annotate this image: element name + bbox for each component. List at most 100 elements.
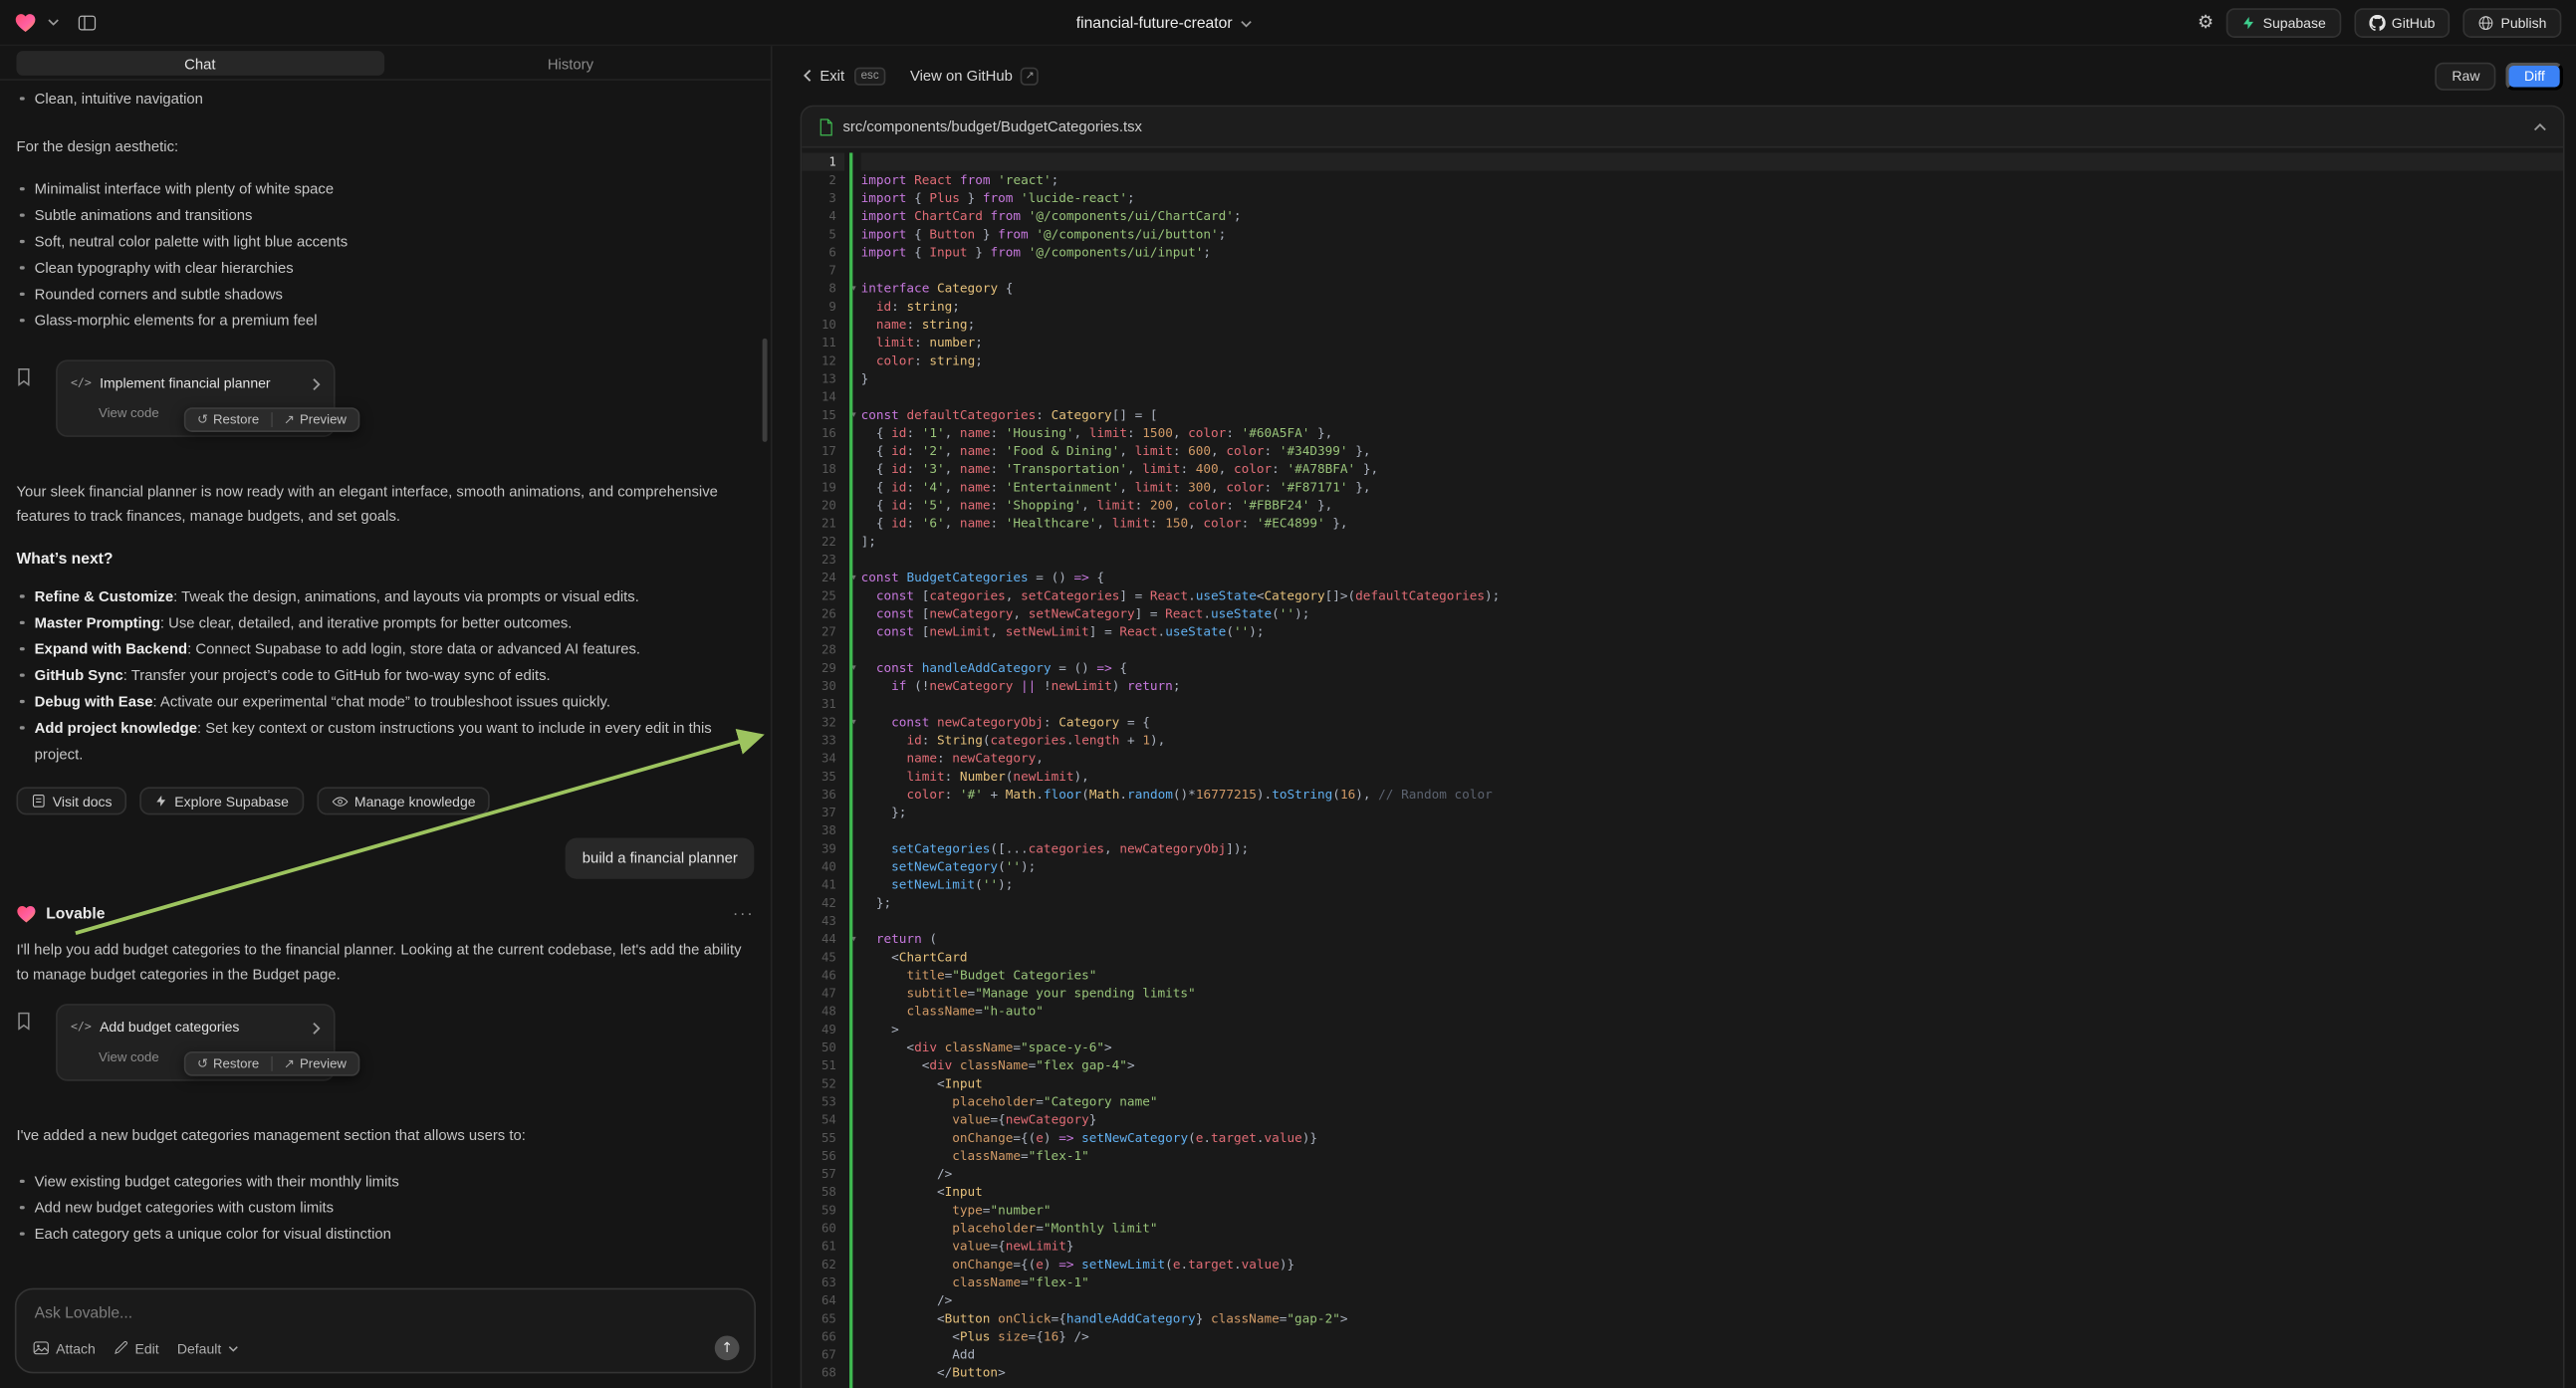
list-item: Clean typography with clear hierarchies <box>17 255 755 281</box>
line-number: 45 <box>802 948 844 966</box>
assistant-header: Lovable ··· <box>17 902 755 927</box>
esc-key-badge: esc <box>854 67 885 85</box>
code-line: className="flex-1" <box>861 1273 2563 1291</box>
code-line: Add <box>861 1345 2563 1363</box>
code-line: <Input <box>861 1074 2563 1092</box>
exit-button[interactable]: Exit <box>804 68 844 85</box>
tab-chat[interactable]: Chat <box>17 51 384 76</box>
publish-label: Publish <box>2500 14 2546 31</box>
line-number: 7 <box>802 261 844 279</box>
assistant-name: Lovable <box>46 902 733 927</box>
code-icon: </> <box>71 1016 92 1041</box>
explore-supabase-button[interactable]: Explore Supabase <box>140 787 304 814</box>
bookmark-icon[interactable] <box>17 368 32 394</box>
list-item: Subtle animations and transitions <box>17 202 755 228</box>
line-number: 37 <box>802 804 844 821</box>
line-number: 22 <box>802 533 844 551</box>
line-number: 16 <box>802 424 844 442</box>
manage-knowledge-button[interactable]: Manage knowledge <box>317 787 490 814</box>
chevron-up-icon[interactable] <box>2533 122 2546 130</box>
github-icon <box>2369 14 2386 31</box>
supabase-button[interactable]: Supabase <box>2226 7 2340 37</box>
file-header[interactable]: src/components/budget/BudgetCategories.t… <box>802 107 2563 147</box>
app-window: financial-future-creator ⚙ Supabase GitH… <box>0 0 2576 1388</box>
line-number: 44▾ <box>802 930 844 948</box>
preview-label: Preview <box>300 1051 347 1076</box>
code-viewer-header: Exit esc View on GitHub ↗ Raw Diff <box>774 46 2576 105</box>
code-line: limit: Number(newLimit), <box>861 768 2563 786</box>
line-number: 11 <box>802 334 844 351</box>
send-button[interactable]: ↑ <box>715 1335 740 1360</box>
code-line: { id: '2', name: 'Food & Dining', limit:… <box>861 442 2563 460</box>
diff-toggle-button[interactable]: Diff <box>2506 62 2563 90</box>
edit-mode-button[interactable]: Edit <box>114 1340 159 1357</box>
view-on-github-link[interactable]: View on GitHub ↗ <box>910 67 1039 85</box>
code-line: setNewCategory(''); <box>861 857 2563 875</box>
chevron-down-icon[interactable] <box>48 18 60 26</box>
line-number: 60 <box>802 1219 844 1237</box>
code-icon: </> <box>71 371 92 396</box>
line-number: 23 <box>802 551 844 569</box>
line-number: 24▾ <box>802 569 844 586</box>
line-number: 56 <box>802 1147 844 1165</box>
restore-button[interactable]: ↺ Restore <box>185 1051 270 1076</box>
preview-icon: ↗ <box>284 407 295 432</box>
code-line: return ( <box>861 930 2563 948</box>
added-bullet-list: View existing budget categories with the… <box>17 1168 755 1247</box>
preview-button[interactable]: ↗ Preview <box>272 407 357 432</box>
code-line: value={newLimit} <box>861 1237 2563 1255</box>
external-link-icon: ↗ <box>1021 67 1039 85</box>
tab-history[interactable]: History <box>387 51 755 76</box>
restore-icon: ↺ <box>197 407 208 432</box>
gear-icon[interactable]: ⚙ <box>2198 13 2214 31</box>
line-number: 47 <box>802 984 844 1002</box>
chevron-down-icon <box>228 1345 238 1352</box>
code-line <box>861 695 2563 713</box>
edit-label: Edit <box>134 1340 158 1357</box>
line-number: 36 <box>802 786 844 804</box>
bookmark-icon[interactable] <box>17 1012 32 1038</box>
code-line: limit: number; <box>861 334 2563 351</box>
user-message: build a financial planner <box>566 838 754 879</box>
code-line: placeholder="Category name" <box>861 1092 2563 1110</box>
list-item: Add new budget categories with custom li… <box>17 1195 755 1221</box>
raw-toggle-button[interactable]: Raw <box>2436 62 2496 90</box>
diff-added-indicator <box>849 152 852 1388</box>
code-line: import { Input } from '@/components/ui/i… <box>861 243 2563 261</box>
chat-scrollbar[interactable] <box>763 339 768 442</box>
line-number: 4 <box>802 207 844 225</box>
pencil-icon <box>114 1340 128 1355</box>
github-button[interactable]: GitHub <box>2354 7 2450 37</box>
line-number: 25 <box>802 586 844 604</box>
more-options-icon[interactable]: ··· <box>733 902 754 927</box>
restore-button[interactable]: ↺ Restore <box>185 407 270 432</box>
chat-input-placeholder: Ask Lovable... <box>35 1304 737 1322</box>
line-number: 17 <box>802 442 844 460</box>
chat-action-buttons: Visit docs Explore Supabase Manage knowl… <box>17 787 755 814</box>
list-item: Soft, neutral color palette with light b… <box>17 228 755 254</box>
card-actions: ↺ Restore ↗ Preview <box>184 1051 359 1076</box>
mode-selector[interactable]: Default <box>177 1340 238 1357</box>
sidebar-toggle-icon[interactable] <box>78 12 98 32</box>
code-line: /> <box>861 1165 2563 1183</box>
line-number: 5 <box>802 225 844 243</box>
project-switcher[interactable]: financial-future-creator <box>1076 0 1253 46</box>
line-number: 38 <box>802 821 844 839</box>
chat-input[interactable]: Ask Lovable... Attach Edit <box>15 1288 756 1374</box>
chevron-left-icon <box>804 69 812 82</box>
lovable-heart-icon[interactable] <box>15 12 36 32</box>
visit-docs-button[interactable]: Visit docs <box>17 787 127 814</box>
code-line: if (!newCategory || !newLimit) return; <box>861 677 2563 695</box>
code-line: id: string; <box>861 298 2563 316</box>
attach-button[interactable]: Attach <box>33 1340 96 1357</box>
chevron-down-icon <box>1241 19 1253 27</box>
preview-button[interactable]: ↗ Preview <box>272 1051 357 1076</box>
line-number: 67 <box>802 1345 844 1363</box>
line-number: 46 <box>802 966 844 984</box>
line-number: 59 <box>802 1201 844 1219</box>
line-number: 39 <box>802 839 844 857</box>
restore-label: Restore <box>213 407 259 432</box>
code-line <box>861 821 2563 839</box>
list-item: Minimalist interface with plenty of whit… <box>17 176 755 202</box>
publish-button[interactable]: Publish <box>2463 7 2562 37</box>
